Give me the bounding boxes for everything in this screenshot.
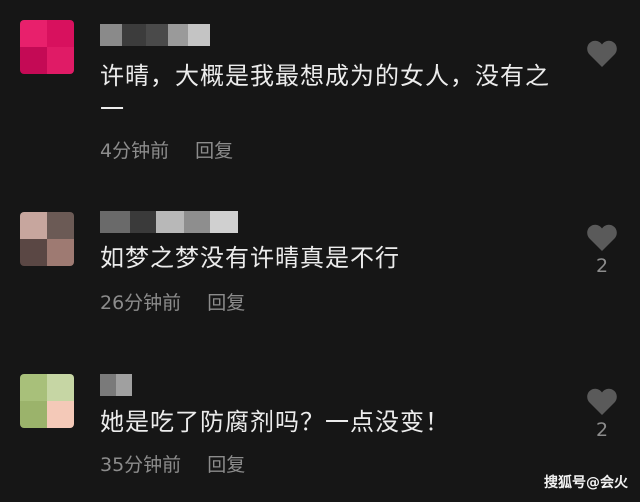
comment-meta: 26分钟前 回复	[100, 288, 245, 315]
comment-time: 26分钟前	[100, 292, 182, 314]
like-button[interactable]: 2	[586, 388, 618, 441]
like-count: 2	[595, 255, 609, 277]
comment-item: 如梦之梦没有许晴真是不行 26分钟前 回复 2	[0, 180, 640, 340]
watermark: 搜狐号@会火	[544, 475, 628, 491]
comment-meta: 35分钟前 回复	[100, 450, 245, 477]
comment-text: 许晴，大概是我最想成为的女人，没有之一	[100, 62, 550, 123]
avatar[interactable]	[20, 212, 74, 266]
username-blurred[interactable]	[100, 374, 132, 396]
reply-button[interactable]: 回复	[207, 292, 245, 314]
comment-item: 许晴，大概是我最想成为的女人，没有之一 4分钟前 回复	[0, 0, 640, 180]
comment-time: 4分钟前	[100, 140, 170, 162]
reply-button[interactable]: 回复	[195, 140, 233, 162]
avatar[interactable]	[20, 20, 74, 74]
heart-icon	[587, 224, 617, 251]
like-button[interactable]	[586, 40, 618, 71]
reply-button[interactable]: 回复	[207, 454, 245, 476]
comment-meta: 4分钟前 回复	[100, 136, 233, 163]
avatar[interactable]	[20, 374, 74, 428]
username-blurred[interactable]	[100, 211, 238, 233]
like-button[interactable]: 2	[586, 224, 618, 277]
heart-icon	[587, 40, 617, 67]
username-blurred[interactable]	[100, 24, 210, 46]
comment-time: 35分钟前	[100, 454, 182, 476]
like-count: 2	[595, 419, 609, 441]
comment-text: 她是吃了防腐剂吗？一点没变！	[100, 408, 450, 436]
comment-text: 如梦之梦没有许晴真是不行	[100, 244, 400, 272]
heart-icon	[587, 388, 617, 415]
